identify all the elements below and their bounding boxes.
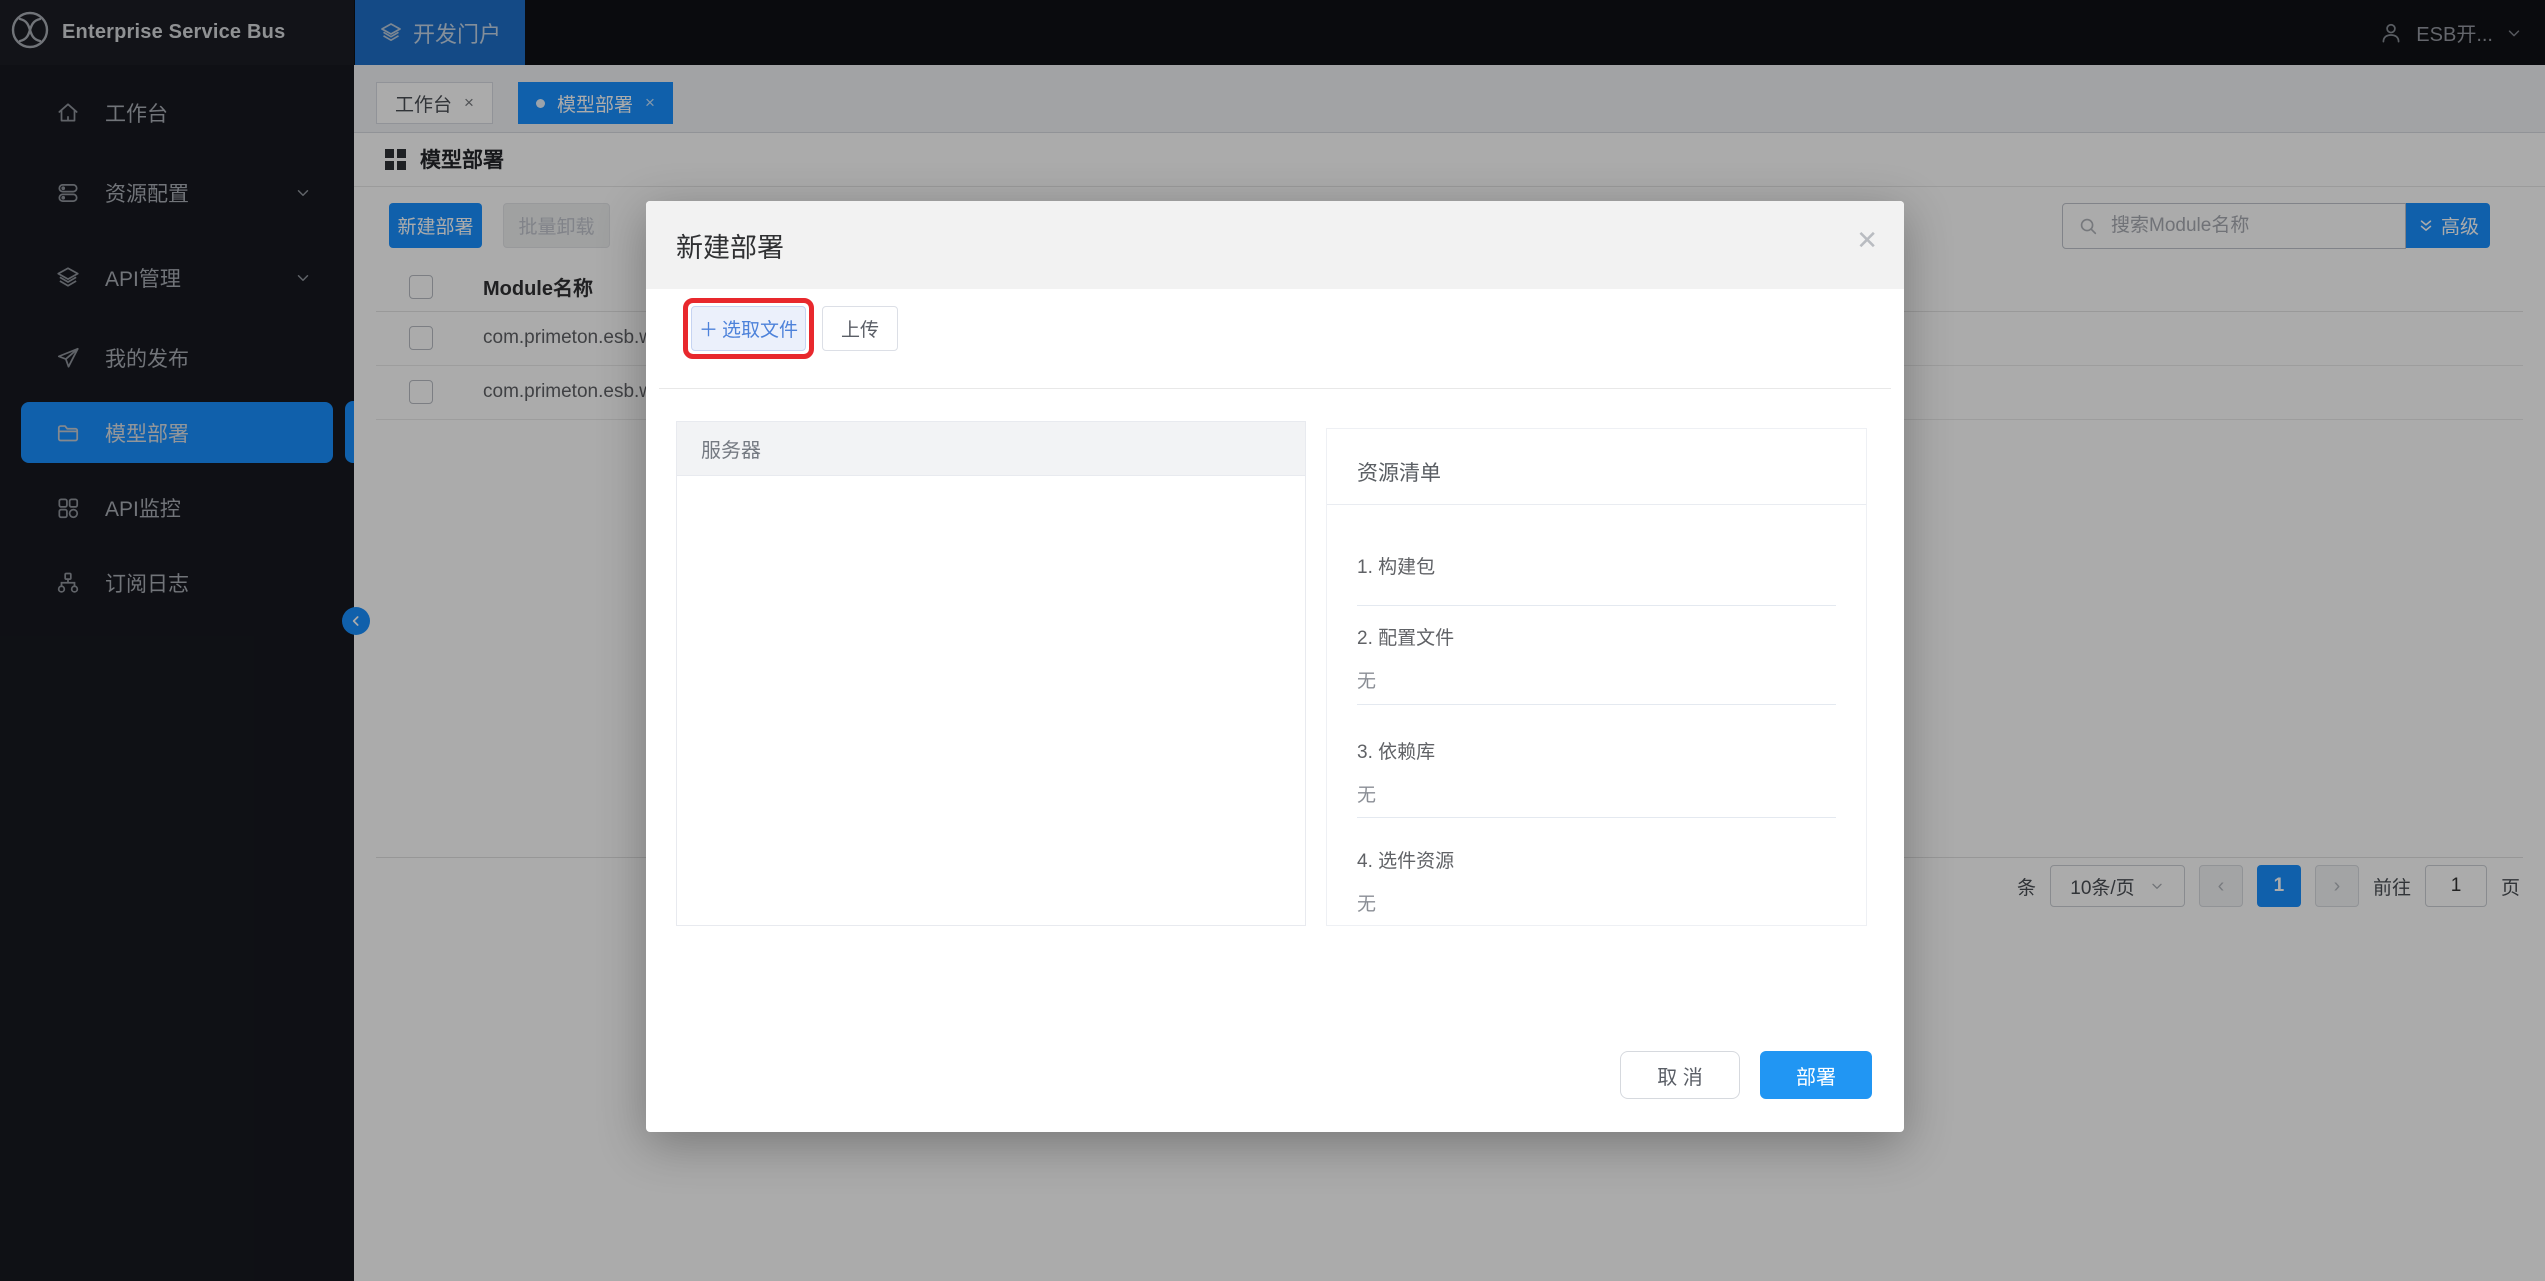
resource-item-label: 3. 依赖库 <box>1357 737 1435 764</box>
resource-item-label: 2. 配置文件 <box>1357 623 1454 650</box>
resource-panel-title: 资源清单 <box>1357 457 1441 487</box>
select-file-label: 选取文件 <box>722 315 798 342</box>
resource-item-label: 1. 构建包 <box>1357 552 1435 579</box>
resource-panel-divider <box>1327 504 1866 505</box>
resource-panel: 资源清单 1. 构建包 2. 配置文件 无 3. 依赖库 无 4. 选件资源 无 <box>1326 428 1867 926</box>
resource-item-divider <box>1357 704 1836 705</box>
cancel-button[interactable]: 取 消 <box>1620 1051 1740 1099</box>
red-annotation-box: ＋ 选取文件 <box>683 298 814 359</box>
server-panel-header: 服务器 <box>677 422 1305 476</box>
resource-item-value: 无 <box>1357 889 1376 916</box>
select-file-button[interactable]: ＋ 选取文件 <box>691 306 806 351</box>
upload-button[interactable]: 上传 <box>822 306 898 351</box>
plus-icon: ＋ <box>699 315 718 342</box>
server-panel: 服务器 <box>676 421 1306 926</box>
resource-item-divider <box>1357 817 1836 818</box>
deploy-button[interactable]: 部署 <box>1760 1051 1872 1099</box>
resource-item-value: 无 <box>1357 780 1376 807</box>
modal-title: 新建部署 <box>676 226 784 265</box>
resource-item-divider <box>1357 605 1836 606</box>
app-root: Enterprise Service Bus 工作台 资源配置 API管理 我的… <box>0 0 2545 1281</box>
resource-item-label: 4. 选件资源 <box>1357 846 1454 873</box>
modal-header: 新建部署 <box>646 201 1904 289</box>
close-icon[interactable]: ✕ <box>1856 227 1878 253</box>
server-panel-title: 服务器 <box>701 434 761 463</box>
modal-divider <box>659 388 1891 389</box>
resource-item-value: 无 <box>1357 666 1376 693</box>
new-deploy-modal: 新建部署 ✕ ＋ 选取文件 上传 服务器 资源清单 1. 构建包 2. 配置文件… <box>646 201 1904 1132</box>
